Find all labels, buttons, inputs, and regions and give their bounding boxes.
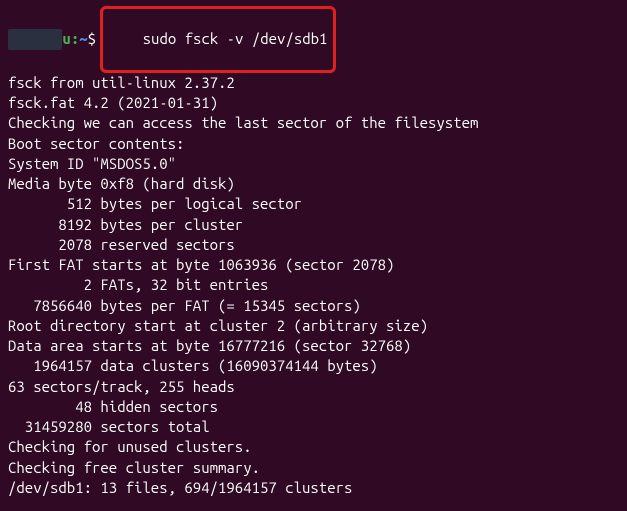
output-line: Media byte 0xf8 (hard disk) [8,174,619,194]
output-line: 2 FATs, 32 bit entries [8,275,619,295]
user-host-blurred [8,29,62,49]
output-line: 2078 reserved sectors [8,235,619,255]
output-line: 8192 bytes per cluster [8,215,619,235]
output-line: Root directory start at cluster 2 (arbit… [8,316,619,336]
typed-command: sudo fsck -v /dev/sdb1 [143,30,328,47]
output-line: 63 sectors/track, 255 heads [8,377,619,397]
output-line: System ID "MSDOS5.0" [8,154,619,174]
output-line: 48 hidden sectors [8,397,619,417]
prompt-separator: : [71,29,79,49]
output-line: 512 bytes per logical sector [8,194,619,214]
prompt-symbol: $ [88,29,96,49]
output-line: Checking for unused clusters. [8,437,619,457]
output-line: fsck from util-linux 2.37.2 [8,73,619,93]
output-line: Boot sector contents: [8,134,619,154]
command-highlight-box: sudo fsck -v /dev/sdb1 [100,6,336,73]
output-line: fsck.fat 4.2 (2021-01-31) [8,93,619,113]
output-line: First FAT starts at byte 1063936 (sector… [8,255,619,275]
terminal-output: fsck from util-linux 2.37.2fsck.fat 4.2 … [8,73,619,498]
output-line: 1964157 data clusters (16090374144 bytes… [8,356,619,376]
prompt-path: ~ [79,29,87,49]
output-line: Checking we can access the last sector o… [8,113,619,133]
output-line: 31459280 sectors total [8,417,619,437]
output-line: Data area starts at byte 16777216 (secto… [8,336,619,356]
user-host-visible: u [62,29,70,49]
output-line: /dev/sdb1: 13 files, 694/1964157 cluster… [8,478,619,498]
output-line: 7856640 bytes per FAT (= 15345 sectors) [8,296,619,316]
prompt-line[interactable]: u : ~ $ sudo fsck -v /dev/sdb1 [8,6,619,73]
output-line: Checking free cluster summary. [8,458,619,478]
